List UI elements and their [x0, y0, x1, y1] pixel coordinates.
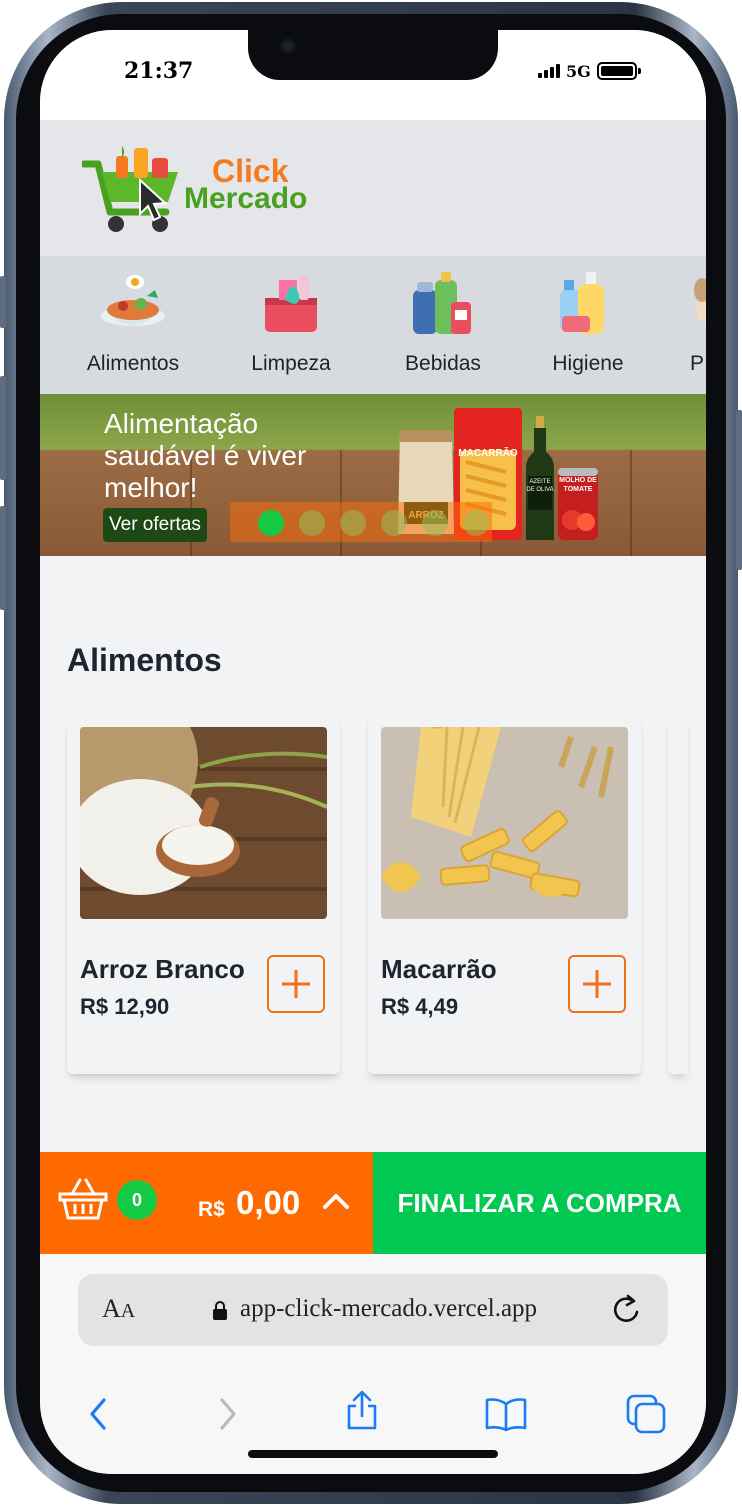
category-pet[interactable]: P [680, 256, 706, 394]
product-price: R$ 12,90 [80, 994, 170, 1019]
carousel-dot[interactable] [381, 510, 407, 536]
product-card[interactable]: Macarrão R$ 4,49 [368, 718, 641, 1074]
tabs-icon[interactable] [626, 1394, 666, 1434]
pet-icon [694, 278, 706, 326]
network-label: 5G [566, 61, 591, 81]
side-button-left-1 [0, 276, 6, 328]
oil-label: AZEITE DE OLIVA [526, 479, 554, 493]
side-button-right [736, 410, 742, 570]
phone-screen: 21:37 5G Click Mercado Alimentos Limpeza… [40, 30, 706, 1474]
product-card-partial[interactable] [668, 718, 688, 1074]
brand-mercado: Mercado [184, 182, 308, 215]
side-button-left-3 [0, 506, 6, 610]
section-title: Alimentos [67, 642, 222, 678]
url-text[interactable]: app-click-mercado.vercel.app [240, 1295, 537, 1323]
cart-bar: 0 R$ 0,00 FINALIZAR A COMPRA [40, 1152, 706, 1254]
cart-total: 0,00 [236, 1184, 301, 1221]
browser-chrome: AA app-click-mercado.vercel.app [40, 1254, 706, 1474]
hygiene-bottles-icon [560, 272, 604, 334]
category-label: P [690, 352, 705, 375]
see-offers-button[interactable]: Ver ofertas [103, 508, 207, 542]
status-indicators: 5G [538, 60, 641, 82]
category-bebidas[interactable]: Bebidas [388, 256, 498, 394]
brand-logo-text[interactable]: Click Mercado [184, 153, 308, 215]
side-button-left-2 [0, 376, 6, 480]
cart-summary[interactable]: 0 R$ 0,00 [40, 1152, 373, 1254]
carousel-dot[interactable] [299, 510, 325, 536]
cart-currency: R$ [198, 1198, 225, 1221]
cart-logo-icon[interactable] [82, 142, 186, 236]
category-limpeza[interactable]: Limpeza [236, 256, 346, 394]
food-bowl-icon [101, 275, 165, 326]
basket-icon [58, 1178, 108, 1220]
home-indicator[interactable] [248, 1450, 498, 1458]
product-card[interactable]: Arroz Branco R$ 12,90 [67, 718, 340, 1074]
cart-count-badge: 0 [117, 1180, 157, 1220]
product-price: R$ 4,49 [381, 994, 459, 1019]
category-higiene[interactable]: Higiene [536, 256, 640, 394]
forward-icon [220, 1398, 236, 1430]
app-header: Click Mercado [40, 120, 706, 256]
signal-icon [538, 64, 560, 78]
category-alimentos[interactable]: Alimentos [72, 256, 194, 394]
notch [248, 30, 498, 80]
banner-title: Alimentação saudável é viver melhor! [104, 408, 307, 503]
drink-bottles-icon [413, 272, 471, 334]
carousel-dot[interactable] [422, 510, 448, 536]
category-label: Bebidas [405, 352, 481, 375]
category-bar: Alimentos Limpeza Bebidas Higiene P [40, 256, 706, 394]
category-label: Alimentos [86, 352, 180, 375]
cleaning-bucket-icon [265, 276, 317, 332]
product-name: Macarrão [381, 954, 497, 984]
share-icon[interactable] [344, 1388, 380, 1432]
product-section: Alimentos Arroz Branco R$ 12,90 Macarrão… [40, 556, 706, 1152]
chevron-up-icon[interactable] [322, 1192, 350, 1210]
add-to-cart-button[interactable] [267, 955, 325, 1013]
carousel-dot-active[interactable] [258, 510, 284, 536]
carousel-indicators [230, 502, 492, 542]
bookmarks-icon[interactable] [484, 1396, 528, 1432]
carousel-dot[interactable] [463, 510, 489, 536]
promo-banner[interactable]: ARROZ MACARRÃO AZEITE DE OLIVA MOLHO DE … [40, 394, 706, 556]
camera-icon [280, 38, 296, 54]
reload-icon[interactable] [610, 1292, 644, 1328]
rice-product-image [80, 727, 327, 919]
address-bar[interactable]: AA app-click-mercado.vercel.app [78, 1274, 668, 1346]
brand-click: Click [212, 153, 289, 189]
add-to-cart-button[interactable] [568, 955, 626, 1013]
product-name: Arroz Branco [80, 954, 245, 984]
tomato-label: MOLHO DE TOMATE [559, 477, 597, 493]
battery-icon [596, 62, 641, 80]
text-size-button[interactable]: AA [102, 1294, 135, 1324]
category-label: Limpeza [251, 352, 331, 375]
status-time: 21:37 [124, 58, 194, 84]
lock-icon [213, 1301, 227, 1320]
back-icon[interactable] [86, 1396, 110, 1432]
carousel-dot[interactable] [340, 510, 366, 536]
category-label: Higiene [552, 352, 624, 375]
pasta-label: MACARRÃO [458, 448, 518, 459]
checkout-button[interactable]: FINALIZAR A COMPRA [373, 1152, 706, 1254]
pasta-product-image [381, 727, 628, 919]
